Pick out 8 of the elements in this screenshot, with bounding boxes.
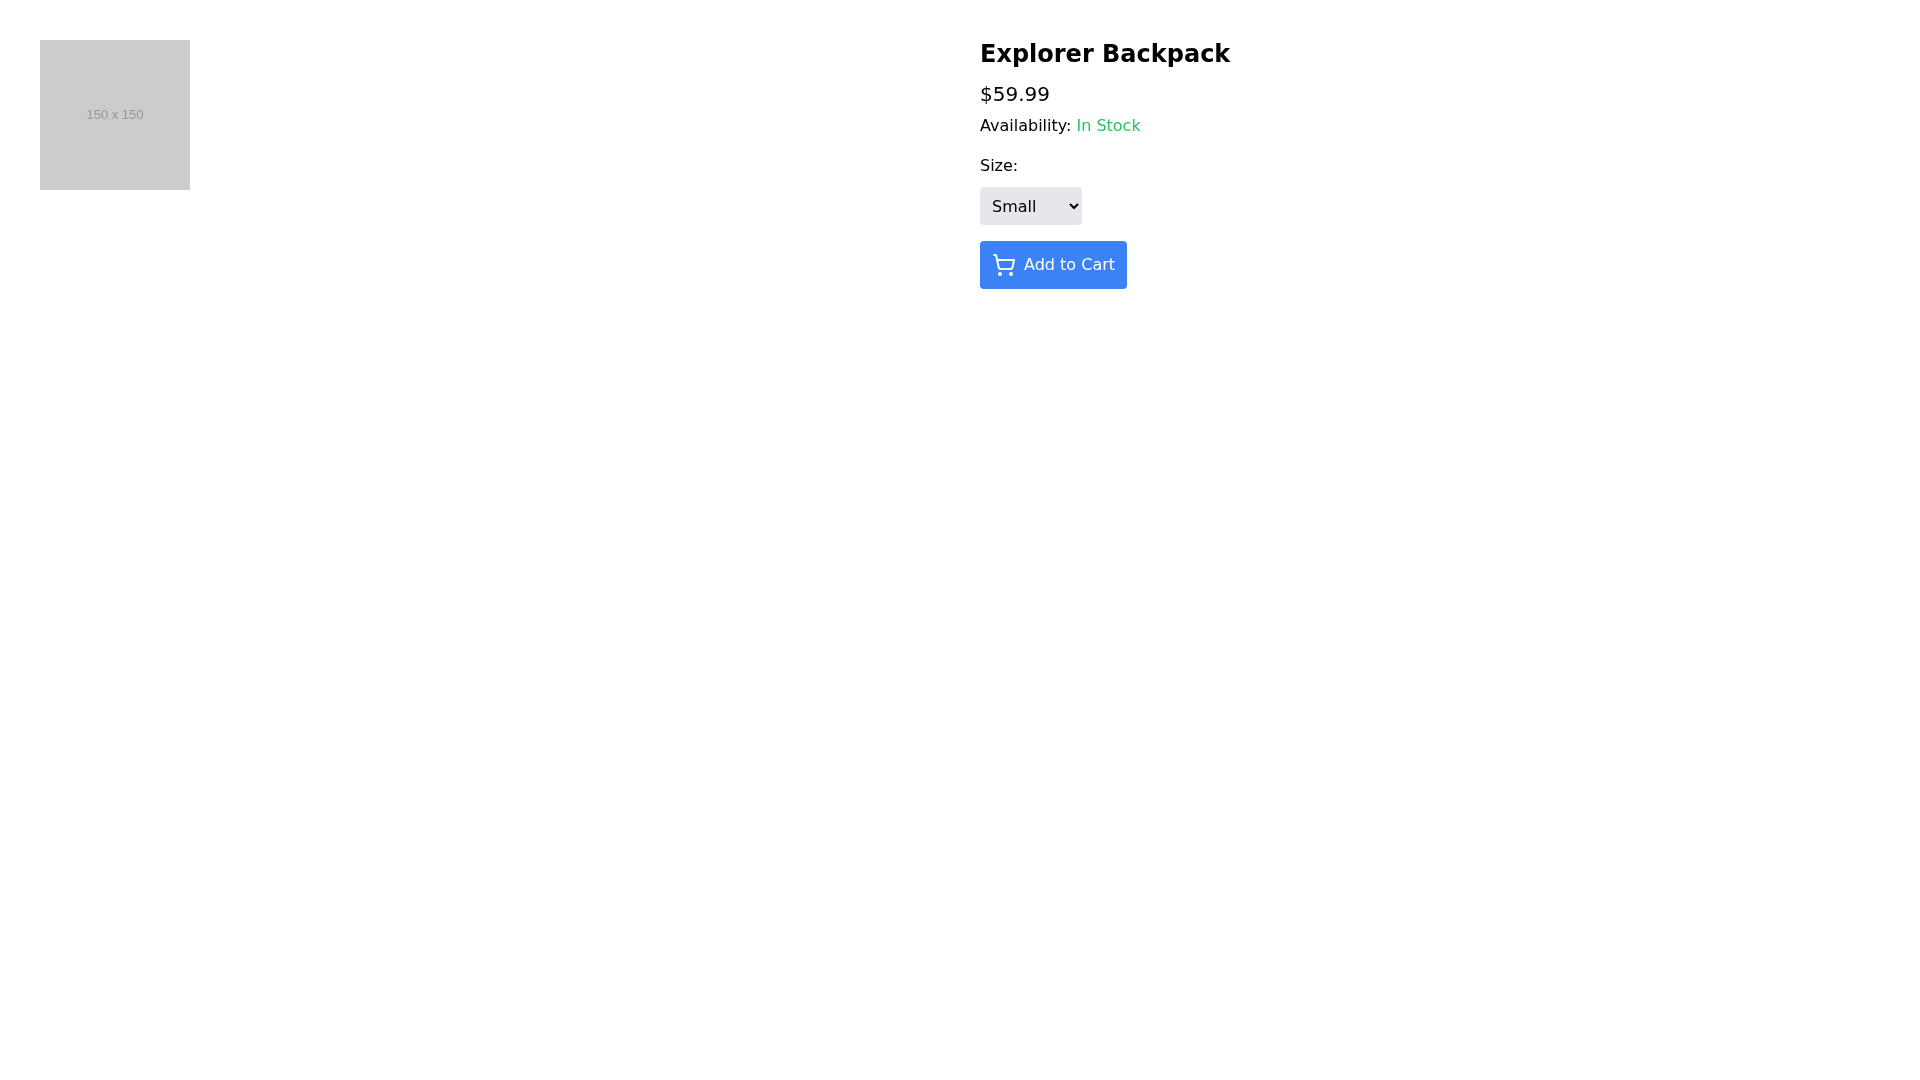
product-price: $59.99 — [980, 81, 1050, 108]
size-select[interactable]: Small — [980, 187, 1082, 225]
availability-status: In Stock — [1076, 115, 1141, 137]
add-to-cart-button[interactable]: Add to Cart — [980, 241, 1128, 289]
cart-icon — [992, 253, 1016, 277]
availability-label: Availability: — [980, 115, 1072, 137]
size-label: Size: — [980, 155, 1019, 177]
product-title: Explorer Backpack — [980, 39, 1231, 70]
